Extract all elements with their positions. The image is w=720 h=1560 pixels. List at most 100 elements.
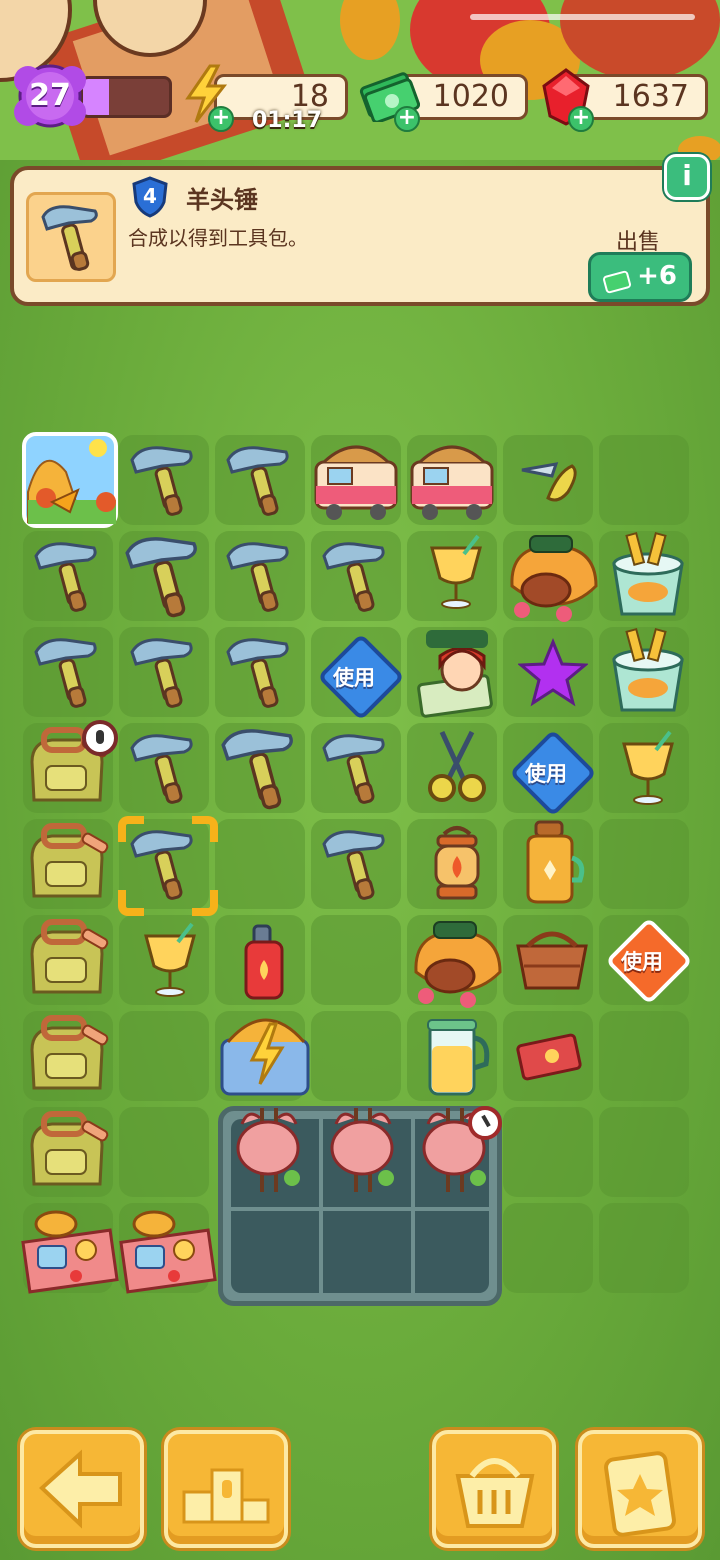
use-booster-item[interactable]: 使用 — [316, 632, 406, 722]
board-cell[interactable] — [503, 1107, 593, 1197]
lantern-icon — [434, 826, 480, 900]
podium-icon — [182, 1468, 270, 1524]
lemonade-icon — [430, 534, 482, 609]
hammer-item[interactable] — [28, 630, 108, 714]
level-badge[interactable]: 27 — [10, 60, 90, 132]
character-icon — [417, 630, 493, 718]
hammer-icon — [322, 542, 385, 612]
level-number: 27 — [29, 78, 71, 113]
info-button[interactable]: i — [664, 154, 710, 200]
skewer-item[interactable] — [322, 1104, 406, 1196]
board-cell[interactable] — [503, 1203, 593, 1293]
leaderboard-button[interactable] — [164, 1430, 288, 1548]
picnic-icon — [119, 1210, 217, 1294]
energy-chest-item[interactable] — [216, 1004, 316, 1104]
lemonade-glass-item[interactable] — [138, 920, 202, 1000]
hammer-icon — [221, 729, 293, 810]
backpack-icon — [30, 1015, 109, 1090]
hammer-item[interactable] — [124, 726, 204, 810]
wicker-basket-icon — [516, 931, 588, 990]
lemonade-glass-item[interactable] — [424, 532, 488, 612]
basket-item[interactable] — [510, 922, 594, 1000]
add-energy-button[interactable]: + — [208, 106, 234, 132]
board-cell[interactable] — [311, 1011, 401, 1101]
hammer-icon — [130, 638, 193, 708]
hammer-item[interactable] — [214, 720, 306, 817]
hammer-icon — [34, 542, 97, 612]
hammer-item[interactable] — [124, 438, 204, 522]
sell-button[interactable]: +6 — [588, 252, 692, 302]
matchbox-item[interactable] — [514, 1026, 586, 1086]
board-cell[interactable] — [599, 1107, 689, 1197]
backpack-item[interactable] — [22, 818, 112, 906]
fireplace-generator-item[interactable] — [404, 912, 508, 1012]
xp-progress-bar — [80, 76, 172, 118]
hammer-item[interactable] — [220, 438, 300, 522]
hammer-icon — [125, 537, 197, 618]
backpack-item[interactable] — [22, 1010, 112, 1098]
use-label: 使用 — [621, 950, 663, 974]
hammer-item[interactable] — [118, 528, 210, 625]
juice-pitcher-item[interactable] — [418, 1016, 494, 1100]
honey-jar-item[interactable] — [514, 818, 588, 908]
item-level-shield: 4 — [130, 176, 170, 218]
use-booster-item[interactable]: 使用 — [604, 916, 694, 1006]
food-truck-item[interactable] — [404, 432, 500, 528]
add-gems-button[interactable]: + — [568, 106, 594, 132]
hammer-item[interactable] — [316, 822, 396, 906]
hammer-item[interactable] — [220, 534, 300, 618]
back-button[interactable] — [20, 1430, 144, 1548]
hammer-icon — [226, 542, 289, 612]
scissors-icon — [428, 730, 486, 802]
ice-bucket-item[interactable] — [600, 624, 696, 720]
lemonade-glass-item[interactable] — [616, 728, 680, 808]
hammer-item[interactable] — [124, 630, 204, 714]
backpack-icon — [30, 823, 109, 898]
hammer-icon — [34, 638, 97, 708]
pitcher-icon — [427, 1019, 490, 1096]
timer-badge-icon — [82, 720, 118, 756]
pocket-knife-item[interactable] — [512, 442, 592, 522]
picnic-blanket-item[interactable] — [118, 1196, 218, 1296]
add-cash-button[interactable]: + — [394, 106, 420, 132]
hammer-item[interactable] — [316, 726, 396, 810]
timer-badge-icon — [468, 1106, 502, 1140]
hammer-item[interactable] — [316, 534, 396, 618]
lighter-item[interactable] — [236, 920, 292, 1004]
cash-value: 1020 — [432, 79, 509, 114]
hammer-item[interactable] — [220, 630, 300, 714]
backpack-icon — [30, 919, 109, 994]
sell-value: +6 — [637, 261, 677, 291]
board-cell[interactable] — [119, 1011, 209, 1101]
board-cell[interactable] — [119, 1107, 209, 1197]
backpack-item[interactable] — [22, 1106, 112, 1194]
hammer-icon — [226, 638, 289, 708]
purple-star-item[interactable] — [518, 638, 588, 708]
basket-button[interactable] — [432, 1430, 556, 1548]
board-cell[interactable] — [311, 915, 401, 1005]
food-truck-item[interactable] — [308, 432, 404, 528]
board-cell[interactable] — [599, 1011, 689, 1101]
tasks-button[interactable] — [578, 1430, 702, 1548]
hammer-icon — [322, 830, 385, 900]
clipboard-star-icon — [604, 1451, 676, 1537]
selected-item-thumbnail — [26, 192, 116, 282]
picnic-blanket-item[interactable] — [20, 1196, 120, 1296]
generator-icon — [510, 535, 598, 622]
lantern-item[interactable] — [422, 822, 492, 906]
board-cell[interactable] — [599, 435, 689, 525]
character-map-item[interactable] — [410, 626, 506, 722]
board-cell[interactable] — [599, 819, 689, 909]
landscape-generator-item[interactable] — [22, 432, 118, 528]
fireplace-generator-item[interactable] — [500, 526, 604, 626]
skewer-item[interactable] — [228, 1104, 312, 1196]
ice-bucket-item[interactable] — [600, 528, 696, 624]
use-booster-item[interactable]: 使用 — [508, 728, 598, 818]
board-cell[interactable] — [599, 1203, 689, 1293]
ice-bucket-icon — [612, 627, 684, 712]
scissors-item[interactable] — [420, 728, 492, 808]
backpack-item[interactable] — [22, 914, 112, 1002]
hammer-item[interactable] — [28, 534, 108, 618]
board-cell[interactable] — [215, 819, 305, 909]
matchbox-icon — [516, 1033, 582, 1081]
